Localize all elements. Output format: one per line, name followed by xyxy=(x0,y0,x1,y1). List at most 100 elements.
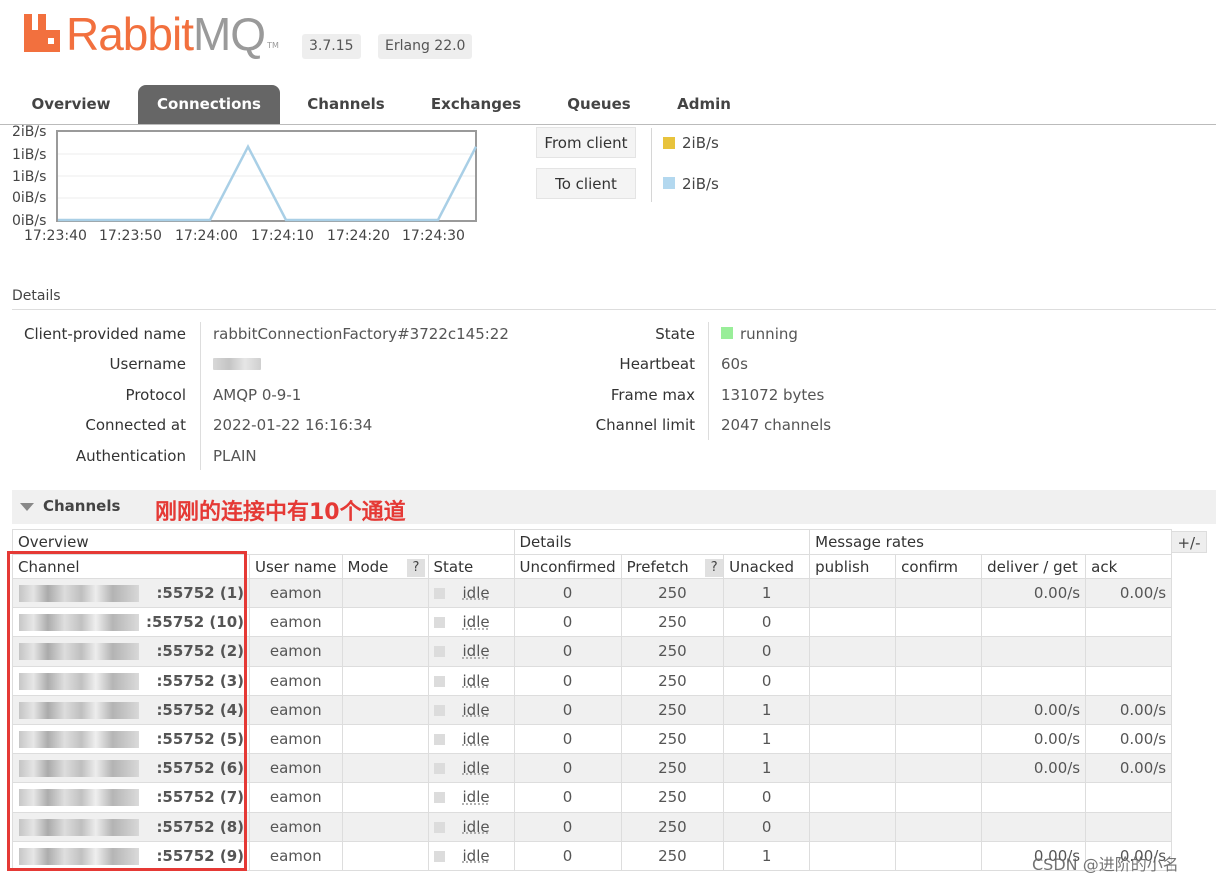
column-header-user-name[interactable]: User name xyxy=(249,554,343,579)
detail-key: Frame max xyxy=(610,386,695,404)
tab-connections[interactable]: Connections xyxy=(138,85,280,124)
column-header-channel[interactable]: Channel xyxy=(12,554,250,579)
state-cell: idle xyxy=(427,782,515,813)
user-name-cell: eamon xyxy=(249,665,343,696)
tab-overview[interactable]: Overview xyxy=(18,85,124,124)
unconfirmed-cell: 0 xyxy=(513,694,622,725)
user-name-cell: eamon xyxy=(249,607,343,638)
tab-exchanges[interactable]: Exchanges xyxy=(418,85,534,124)
unconfirmed-cell: 0 xyxy=(513,636,622,667)
detail-key: Protocol xyxy=(125,386,186,404)
authentication-value: PLAIN xyxy=(213,447,257,465)
mode-cell xyxy=(341,577,429,609)
column-header-mode[interactable]: Mode xyxy=(341,554,405,579)
rabbitmq-logo[interactable]: RabbitMQ TM xyxy=(24,10,279,58)
column-toggle-button[interactable]: +/- xyxy=(1171,531,1207,553)
deliver-get-rate-cell xyxy=(981,607,1087,638)
deliver-get-rate-cell: 0.00/s xyxy=(981,694,1087,725)
channel-link[interactable]: :55752 (4) xyxy=(12,694,250,725)
to-client-rate: 2iB/s xyxy=(682,175,719,193)
channel-link[interactable]: :55752 (1) xyxy=(12,577,250,609)
prefetch-help-icon[interactable]: ? xyxy=(705,554,725,579)
prefetch-cell: 250 xyxy=(620,636,725,667)
rabbitmq-logo-icon xyxy=(24,14,60,52)
ack-rate-cell xyxy=(1085,665,1173,696)
tab-channels[interactable]: Channels xyxy=(294,85,398,124)
y-tick-label: 2iB/s xyxy=(12,124,47,140)
main-nav-tabs: Overview Connections Channels Exchanges … xyxy=(0,85,1216,125)
table-row: :55752 (9) eamon idle 0 250 1 0.00/s 0.00/s xyxy=(12,840,1173,871)
channel-link[interactable]: :55752 (2) xyxy=(12,636,250,667)
user-name-cell: eamon xyxy=(249,636,343,667)
channel-link[interactable]: :55752 (9) xyxy=(12,840,250,871)
publish-rate-cell xyxy=(809,753,897,784)
channel-link[interactable]: :55752 (3) xyxy=(12,665,250,696)
column-header-deliver-get[interactable]: deliver / get xyxy=(981,554,1087,579)
column-header-unacked[interactable]: Unacked xyxy=(723,554,811,579)
publish-rate-cell xyxy=(809,665,897,696)
x-tick-label: 17:23:40 xyxy=(24,228,87,244)
unconfirmed-cell: 0 xyxy=(513,840,622,871)
running-state-indicator xyxy=(721,327,733,339)
frame-max-value: 131072 bytes xyxy=(721,386,825,404)
brand-wordmark: RabbitMQ xyxy=(66,8,266,60)
column-header-ack[interactable]: ack xyxy=(1085,554,1173,579)
unconfirmed-cell: 0 xyxy=(513,753,622,784)
mode-help-icon[interactable]: ? xyxy=(405,554,429,579)
y-tick-label: 0iB/s xyxy=(12,190,47,206)
column-header-unconfirmed[interactable]: Unconfirmed xyxy=(513,554,622,579)
unacked-cell: 0 xyxy=(723,782,811,813)
prefetch-cell: 250 xyxy=(620,782,725,813)
state-indicator-icon xyxy=(433,850,445,862)
publish-rate-cell xyxy=(809,577,897,609)
column-header-confirm[interactable]: confirm xyxy=(895,554,983,579)
channels-section-title: Channels xyxy=(43,497,121,515)
mode-cell xyxy=(341,723,429,755)
state-cell: idle xyxy=(427,694,515,725)
prefetch-cell: 250 xyxy=(620,840,725,871)
unconfirmed-cell: 0 xyxy=(513,723,622,755)
details-title: Details xyxy=(12,288,61,304)
detail-key: Heartbeat xyxy=(619,355,695,373)
unconfirmed-cell: 0 xyxy=(513,607,622,638)
from-client-toggle[interactable]: From client xyxy=(536,127,636,158)
column-header-publish[interactable]: publish xyxy=(809,554,897,579)
watermark: CSDN @进阶的小名 xyxy=(1032,855,1179,874)
tab-queues[interactable]: Queues xyxy=(556,85,642,124)
tab-admin[interactable]: Admin xyxy=(664,85,744,124)
prefetch-cell: 250 xyxy=(620,753,725,784)
channel-link[interactable]: :55752 (10) xyxy=(12,607,250,638)
details-divider xyxy=(12,309,1216,310)
unconfirmed-cell: 0 xyxy=(513,782,622,813)
column-header-prefetch[interactable]: Prefetch xyxy=(620,554,706,579)
ack-rate-cell: 0.00/s xyxy=(1085,723,1173,755)
channel-link[interactable]: :55752 (8) xyxy=(12,811,250,842)
state-cell: idle xyxy=(427,577,515,609)
redacted-host xyxy=(19,585,139,602)
table-row: :55752 (2) eamon idle 0 250 0 xyxy=(12,636,1173,667)
collapse-triangle-icon xyxy=(20,503,34,511)
publish-rate-cell xyxy=(809,782,897,813)
y-tick-label: 0iB/s xyxy=(12,213,47,229)
x-tick-label: 17:24:00 xyxy=(175,228,238,244)
channel-link[interactable]: :55752 (6) xyxy=(12,753,250,784)
ack-rate-cell xyxy=(1085,782,1173,813)
publish-rate-cell xyxy=(809,723,897,755)
publish-rate-cell xyxy=(809,694,897,725)
publish-rate-cell xyxy=(809,811,897,842)
x-tick-label: 17:24:30 xyxy=(402,228,465,244)
detail-key: Authentication xyxy=(75,447,186,465)
table-row: :55752 (4) eamon idle 0 250 1 0.00/s 0.00/s xyxy=(12,694,1173,725)
redacted-host xyxy=(19,730,139,748)
redacted-host xyxy=(19,701,139,719)
to-client-swatch xyxy=(663,177,675,189)
state-cell: idle xyxy=(427,840,515,871)
to-client-toggle[interactable]: To client xyxy=(536,168,636,199)
redacted-host xyxy=(19,847,139,865)
channel-link[interactable]: :55752 (7) xyxy=(12,782,250,813)
y-tick-label: 1iB/s xyxy=(12,147,47,163)
confirm-rate-cell xyxy=(895,723,983,755)
data-rates-chart xyxy=(56,130,478,222)
column-header-state[interactable]: State xyxy=(427,554,515,579)
channel-link[interactable]: :55752 (5) xyxy=(12,723,250,755)
